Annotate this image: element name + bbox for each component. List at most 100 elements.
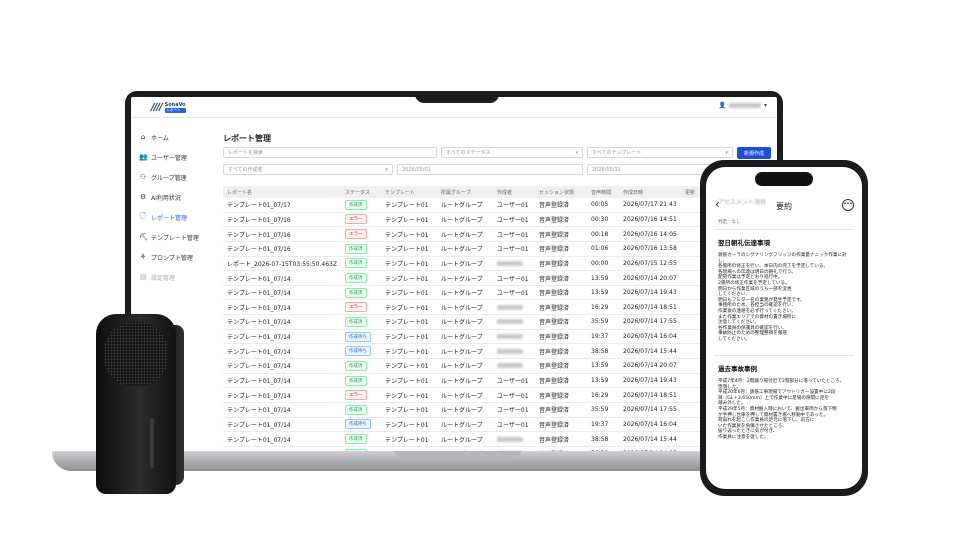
session-cell: 音声登録済 [535,402,587,418]
table-row[interactable]: テンプレート01_07/14 作成待ち テンプレート01 ルートグループ 音声登録済 38… [223,343,777,360]
author-cell [493,329,535,345]
table-row[interactable]: テンプレート01_07/14 エラー テンプレート01 ルートグループ 音声登録済 16:… [223,299,777,316]
main-content: レポート管理 レポートを検索 すべてのステータス ▾ すべてのテンプレート ▾ 新規… [223,133,777,176]
sidebar-item-ai-usage[interactable]: ⚙ AI利用状況 [137,187,217,207]
more-options-icon[interactable]: ••• [842,199,854,211]
template-cell: テンプレート01 [381,270,437,286]
table-row[interactable]: テンプレート01_07/16 作成済 テンプレート01 ルートグループ ユーザー01 音声… [223,241,777,257]
session-cell: 音声登録済 [535,417,587,433]
status-badge: 作成済 [345,287,367,298]
status-badge: 作成済 [345,199,367,210]
table-row[interactable]: テンプレート01_07/14 作成済 テンプレート01 ルートグループ ユーザー01 音声… [223,285,777,301]
search-input[interactable]: レポートを検索 [223,147,437,158]
created-cell: 2026/07/14 18:51 [619,299,681,316]
app-logo[interactable]: //// SonaVo レポート [151,102,186,113]
sidebar-item-groups[interactable]: ⚇ グループ管理 [137,167,217,187]
table-row[interactable]: テンプレート01_07/14 エラー テンプレート01 ルートグループ ユーザー01 音声… [223,387,777,403]
author-cell: ユーザー01 [493,212,535,228]
date-from-input[interactable]: 2026/05/01 [397,164,583,175]
status-badge: 作成済 [345,404,367,415]
column-header[interactable]: 所属グループ [437,186,493,198]
created-cell: 2026/07/14 16:04 [619,417,681,433]
created-cell: 2026/07/14 17:55 [619,402,681,418]
table-row[interactable]: テンプレート01_07/14 作成済 テンプレート01ルートグループ 音声登録済56:… [223,446,777,451]
template-select[interactable]: すべてのテンプレート ▾ [587,147,733,158]
table-row[interactable]: テンプレート01_07/17 作成済 テンプレート01 ルートグループ ユーザー01 音声… [223,198,777,213]
column-header[interactable]: ステータス [341,186,381,198]
author-cell [493,446,535,451]
status-cell: 作成済 [341,402,381,418]
author-cell: ユーザー01 [493,402,535,418]
table-row[interactable]: テンプレート01_07/14 作成待ち テンプレート01 ルートグループ 音声登録済 19… [223,329,777,345]
chevron-down-icon: ▾ [385,166,388,173]
sidebar-item-users[interactable]: 👥 ユーザー管理 [137,147,217,167]
author-cell: ユーザー01 [493,285,535,301]
template-cell: テンプレート01 [381,417,437,433]
status-badge: 作成済 [345,375,367,386]
sidebar-item-templates[interactable]: ⛏ テンプレート管理 [137,227,217,247]
sidebar-item-prompts[interactable]: ⚘ プロンプト管理 [137,247,217,267]
status-cell: 作成済 [341,270,381,286]
section-text: 鉄筋カーラのシグナリングフリッジの作業量ナニック作業に対し、 各箇所の修正を行い… [718,253,847,342]
duration-cell: 00:00 [587,256,619,272]
status-cell: エラー [341,212,381,228]
summary-title: 要約 [776,202,792,211]
page-title: レポート管理 [223,134,271,143]
template-cell: テンプレート01 [381,329,437,345]
sidebar-item-settings[interactable]: ▤ 設定管理 [137,267,217,287]
sidebar-item-home[interactable]: ⌂ ホーム [137,127,217,147]
report-name-cell: テンプレート01_07/14 [223,446,341,451]
correction-note: 判定：なし [718,220,741,225]
status-select[interactable]: すべてのステータス ▾ [441,147,583,158]
table-row[interactable]: レポート_2026-07-15T03:55:50.463Z 作成済 テンプレート01… [223,256,777,272]
table-row[interactable]: テンプレート01_07/14 作成待ち テンプレート01 ルートグループ ユーザー01 音… [223,417,777,433]
column-header[interactable]: セッション状態 [535,186,587,198]
author-select[interactable]: すべての作成者 ▾ [223,164,393,175]
column-header[interactable]: テンプレート [381,186,437,198]
created-cell: 2026/07/14 17:55 [619,314,681,330]
table-header: レポート名 ステータス テンプレート 所属グループ 作成者 セッション状態 音声時間 作成日時… [223,186,777,198]
report-name-cell: テンプレート01_07/14 [223,299,341,316]
report-name-cell: テンプレート01_07/16 [223,226,341,242]
created-cell: 2026/07/14 20:07 [619,270,681,286]
template-cell: テンプレート01 [381,373,437,389]
table-row[interactable]: テンプレート01_07/14 作成済 テンプレート01 ルートグループ 音声登録済 35:… [223,314,777,330]
table-row[interactable]: テンプレート01_07/16 エラー テンプレート01 ルートグループ ユーザー01 音声… [223,212,777,228]
group-cell: ルートグループ [437,431,493,447]
group-cell: ルートグループ [437,212,493,228]
status-badge: エラー [345,302,367,313]
column-header[interactable]: レポート名 [223,186,341,198]
table-row[interactable]: テンプレート01_07/14 作成済 テンプレート01 ルートグループ 音声登録済 38:… [223,431,777,447]
table-row[interactable]: テンプレート01_07/14 作成済 テンプレート01 ルートグループ ユーザー01 音声… [223,402,777,418]
status-badge: エラー [345,390,367,401]
status-cell: 作成済 [341,285,381,301]
duration-cell: 01:06 [587,241,619,257]
group-cell: ルートグループ [437,241,493,257]
created-cell: 2026/07/14 15:44 [619,431,681,447]
laptop-hinge [395,451,521,457]
divider [714,355,854,356]
column-header[interactable]: 作成日時 [619,186,681,198]
table-row[interactable]: テンプレート01_07/16 エラー テンプレート01 ルートグループ ユーザー01 音声… [223,226,777,242]
logo-mark-icon: //// [151,102,163,113]
status-badge: エラー [345,229,367,240]
group-cell: ルートグループ [437,226,493,242]
group-cell: ルートグループ [437,402,493,418]
redacted-author [497,436,523,442]
status-badge: 作成済 [345,273,367,284]
redacted-author [497,348,523,354]
table-row[interactable]: テンプレート01_07/14 作成済 テンプレート01 ルートグループ ユーザー01 音声… [223,373,777,389]
duration-cell: 13:59 [587,270,619,286]
new-report-button[interactable]: 新規作成 [737,147,771,159]
session-cell: 音声登録済 [535,446,587,451]
table-row[interactable]: テンプレート01_07/14 作成済 テンプレート01 ルートグループ 音声登録済 13:… [223,358,777,374]
group-cell: ルートグループ [437,198,493,213]
user-menu[interactable]: 👤 ▾ [719,102,768,109]
table-row[interactable]: テンプレート01_07/14 作成済 テンプレート01 ルートグループ ユーザー01 音声… [223,270,777,286]
template-cell: テンプレート01 [381,314,437,330]
column-header[interactable]: 作成者 [493,186,535,198]
column-header[interactable]: 音声時間 [587,186,619,198]
sidebar-item-reports[interactable]: 🗋 レポート管理 [137,207,217,227]
template-cell: テンプレート01 [381,256,437,272]
status-cell: 作成待ち [341,329,381,345]
